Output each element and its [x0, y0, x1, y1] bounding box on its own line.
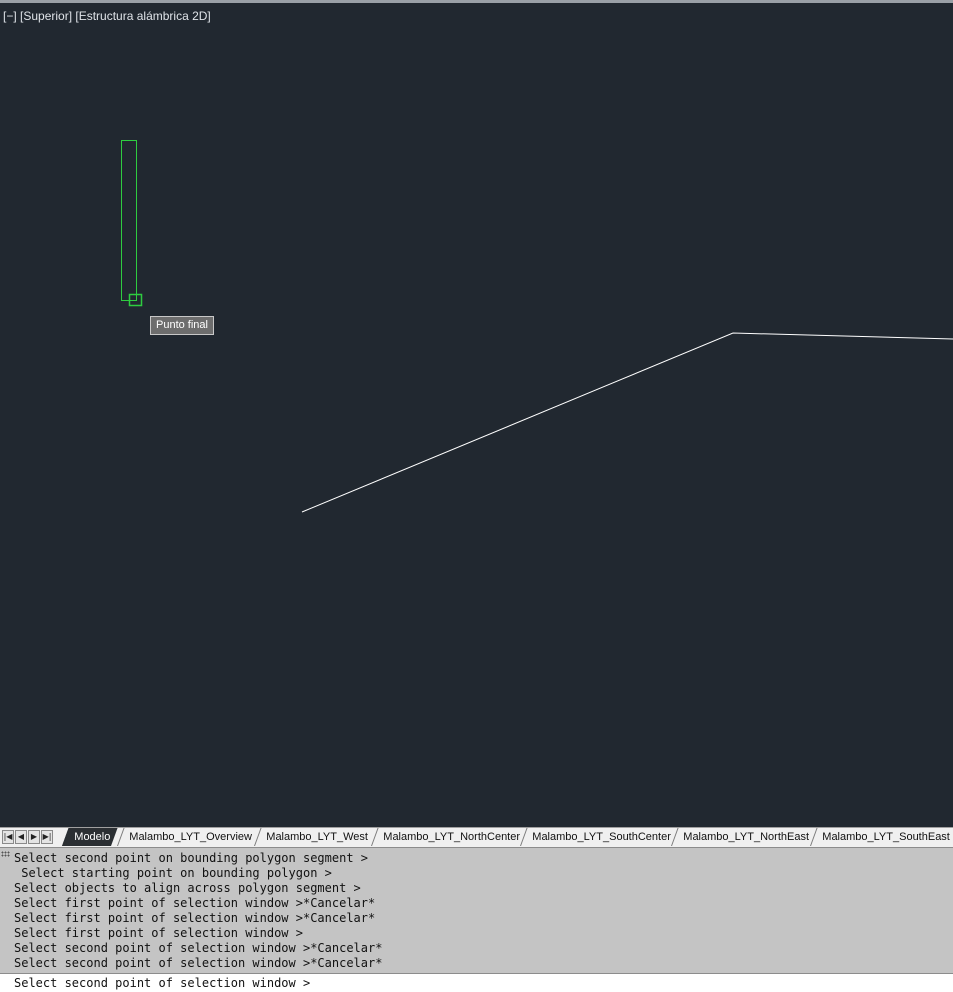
tab-malambo-lyt-northcenter[interactable]: Malambo_LYT_NorthCenter — [371, 828, 528, 846]
tab-modelo[interactable]: Modelo — [62, 828, 118, 846]
prev-tab-icon[interactable]: ◀ — [15, 830, 27, 844]
history-line: Select objects to align across polygon s… — [14, 881, 361, 895]
command-prompt: Select second point of selection window … — [14, 976, 311, 990]
tab-malambo-lyt-southeast[interactable]: Malambo_LYT_SouthEast — [810, 828, 953, 846]
history-line: Select first point of selection window >… — [14, 911, 376, 925]
history-line: Select first point of selection window > — [14, 926, 303, 940]
panel-grip-icon[interactable] — [1, 851, 10, 857]
command-history-panel: Select second point on bounding polygon … — [0, 847, 953, 974]
command-history-list: Select second point on bounding polygon … — [14, 851, 382, 971]
history-line: Select second point on bounding polygon … — [14, 851, 369, 865]
snap-tooltip: Punto final — [150, 316, 214, 335]
tab-malambo-lyt-southcenter[interactable]: Malambo_LYT_SouthCenter — [520, 828, 679, 846]
history-line: Select first point of selection window >… — [14, 896, 376, 910]
history-line: Select starting point on bounding polygo… — [14, 866, 332, 880]
tab-malambo-lyt-northeast[interactable]: Malambo_LYT_NorthEast — [671, 828, 817, 846]
first-tab-icon[interactable]: |◀ — [2, 830, 14, 844]
selected-rectangle[interactable] — [121, 140, 137, 301]
tab-malambo-lyt-overview[interactable]: Malambo_LYT_Overview — [117, 828, 260, 846]
cad-application: [−] [Superior] [Estructura alámbrica 2D]… — [0, 0, 953, 992]
next-tab-icon[interactable]: ▶ — [28, 830, 40, 844]
drawing-viewport[interactable]: [−] [Superior] [Estructura alámbrica 2D]… — [0, 3, 953, 827]
history-line: Select second point of selection window … — [14, 956, 383, 970]
polyline[interactable] — [301, 332, 953, 513]
layout-tab-bar: |◀ ◀ ▶ ▶| Modelo Malambo_LYT_Overview Ma… — [0, 827, 953, 847]
history-line: Select second point of selection window … — [14, 941, 383, 955]
last-tab-icon[interactable]: ▶| — [41, 830, 53, 844]
drawing-canvas[interactable] — [0, 3, 953, 827]
command-line-input[interactable]: Select second point of selection window … — [0, 973, 953, 992]
tab-malambo-lyt-west[interactable]: Malambo_LYT_West — [254, 828, 376, 846]
